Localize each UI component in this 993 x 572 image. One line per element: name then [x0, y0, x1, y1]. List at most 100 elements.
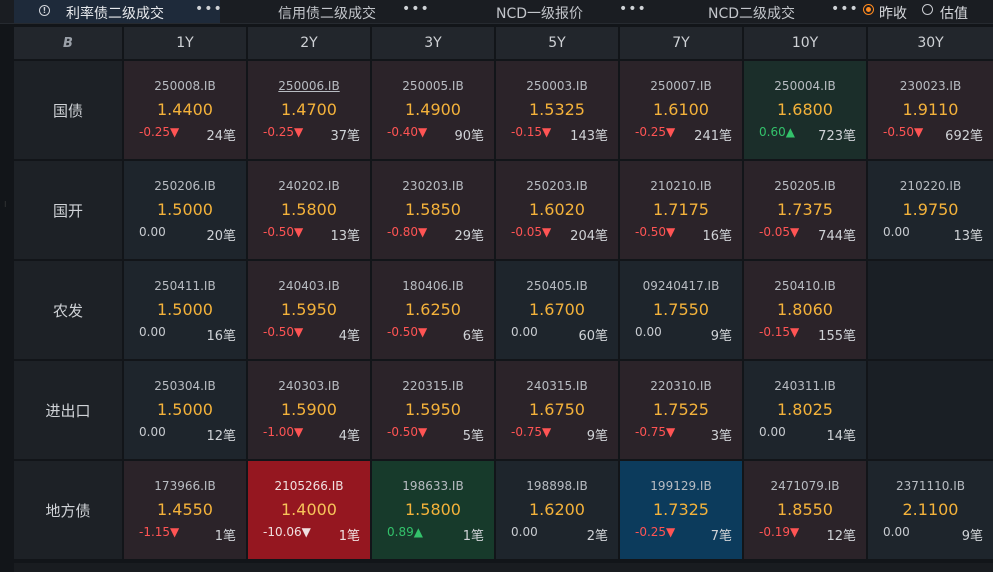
radio-prev-close[interactable]: [863, 4, 874, 15]
bond-code[interactable]: 230203.IB: [372, 179, 494, 193]
bond-code[interactable]: 230023.IB: [868, 79, 993, 93]
bond-code[interactable]: 180406.IB: [372, 279, 494, 293]
column-header-1y[interactable]: 1Y: [124, 27, 246, 59]
bond-code[interactable]: 198633.IB: [372, 479, 494, 493]
trade-count: 7笔: [710, 529, 732, 544]
resize-grip-icon[interactable]: ⁝: [4, 200, 8, 209]
quote-cell[interactable]: 198633.IB 1.5800 0.89▲ 1笔: [372, 461, 494, 559]
bond-code[interactable]: 210210.IB: [620, 179, 742, 193]
quote-cell[interactable]: 250203.IB 1.6020 -0.05▼ 204笔: [496, 161, 618, 259]
quote-cell[interactable]: 250003.IB 1.5325 -0.15▼ 143笔: [496, 61, 618, 159]
quote-cell[interactable]: 230023.IB 1.9110 -0.50▼ 692笔: [868, 61, 993, 159]
quote-cell[interactable]: 250007.IB 1.6100 -0.25▼ 241笔: [620, 61, 742, 159]
quote-cell[interactable]: 250405.IB 1.6700 0.00 60笔: [496, 261, 618, 359]
trade-count: 12笔: [206, 429, 236, 444]
bond-code[interactable]: 2471079.IB: [744, 479, 866, 493]
bond-code[interactable]: 250410.IB: [744, 279, 866, 293]
bond-code[interactable]: 250003.IB: [496, 79, 618, 93]
quote-cell[interactable]: 240315.IB 1.6750 -0.75▼ 9笔: [496, 361, 618, 459]
bond-code[interactable]: 198898.IB: [496, 479, 618, 493]
bond-code[interactable]: 2371110.IB: [868, 479, 993, 493]
column-header-2y[interactable]: 2Y: [248, 27, 370, 59]
more-menu-icon[interactable]: •••: [195, 1, 223, 17]
tab-ncd-primary-quote[interactable]: NCD一级报价 •••: [436, 0, 647, 23]
quote-cell[interactable]: 250008.IB 1.4400 -0.25▼ 24笔: [124, 61, 246, 159]
quote-cell[interactable]: 220310.IB 1.7525 -0.75▼ 3笔: [620, 361, 742, 459]
radio-prev-close-label[interactable]: 昨收: [879, 3, 907, 23]
info-icon[interactable]: !: [39, 5, 50, 16]
horizontal-scrollbar[interactable]: [14, 563, 993, 572]
row-label: 地方债: [14, 461, 122, 559]
tab-label: 利率债二级成交: [66, 6, 164, 22]
tab-rate-bond-secondary[interactable]: ! 利率债二级成交 •••: [14, 0, 223, 23]
quote-cell[interactable]: 2105266.IB 1.4000 -10.06▼ 1笔: [248, 461, 370, 559]
bond-code[interactable]: 250007.IB: [620, 79, 742, 93]
quote-cell[interactable]: 210220.IB 1.9750 0.00 13笔: [868, 161, 993, 259]
quote-cell[interactable]: 250304.IB 1.5000 0.00 12笔: [124, 361, 246, 459]
quote-cell[interactable]: 250005.IB 1.4900 -0.40▼ 90笔: [372, 61, 494, 159]
quote-cell[interactable]: 09240417.IB 1.7550 0.00 9笔: [620, 261, 742, 359]
bond-code[interactable]: 250411.IB: [124, 279, 246, 293]
bond-code[interactable]: 240403.IB: [248, 279, 370, 293]
bond-code[interactable]: 250205.IB: [744, 179, 866, 193]
more-menu-icon[interactable]: •••: [831, 1, 859, 17]
tab-ncd-secondary[interactable]: NCD二级成交 •••: [650, 0, 858, 23]
quote-cell[interactable]: 2371110.IB 2.1100 0.00 9笔: [868, 461, 993, 559]
quote-cell[interactable]: 199129.IB 1.7325 -0.25▼ 7笔: [620, 461, 742, 559]
bond-code[interactable]: 250005.IB: [372, 79, 494, 93]
row-label: 农发: [14, 261, 122, 359]
bond-price: 1.5900: [281, 400, 337, 419]
radio-valuation[interactable]: [922, 4, 933, 15]
radio-valuation-label[interactable]: 估值: [940, 3, 968, 23]
bond-code[interactable]: 210220.IB: [868, 179, 993, 193]
bond-code[interactable]: 2105266.IB: [248, 479, 370, 493]
trade-count: 16笔: [206, 329, 236, 344]
quote-cell[interactable]: 240311.IB 1.8025 0.00 14笔: [744, 361, 866, 459]
column-header-30y[interactable]: 30Y: [868, 27, 993, 59]
price-change: -0.50▼: [263, 225, 304, 239]
bond-code[interactable]: 250206.IB: [124, 179, 246, 193]
trade-count: 9笔: [961, 529, 983, 544]
more-menu-icon[interactable]: •••: [402, 1, 430, 17]
quote-cell[interactable]: 250006.IB 1.4700 -0.25▼ 37笔: [248, 61, 370, 159]
quote-cell[interactable]: 230203.IB 1.5850 -0.80▼ 29笔: [372, 161, 494, 259]
quote-cell[interactable]: 250004.IB 1.6800 0.60▲ 723笔: [744, 61, 866, 159]
bond-code[interactable]: 220310.IB: [620, 379, 742, 393]
price-change: 0.00: [511, 525, 538, 539]
bond-code[interactable]: 250405.IB: [496, 279, 618, 293]
bond-code[interactable]: 173966.IB: [124, 479, 246, 493]
bond-code[interactable]: 240303.IB: [248, 379, 370, 393]
column-header-5y[interactable]: 5Y: [496, 27, 618, 59]
quote-cell[interactable]: 180406.IB 1.6250 -0.50▼ 6笔: [372, 261, 494, 359]
price-change: 0.00: [883, 525, 910, 539]
quote-cell[interactable]: 240303.IB 1.5900 -1.00▼ 4笔: [248, 361, 370, 459]
column-header-7y[interactable]: 7Y: [620, 27, 742, 59]
column-header-3y[interactable]: 3Y: [372, 27, 494, 59]
bond-code[interactable]: 09240417.IB: [620, 279, 742, 293]
quote-cell[interactable]: 2471079.IB 1.8550 -0.19▼ 12笔: [744, 461, 866, 559]
column-header-10y[interactable]: 10Y: [744, 27, 866, 59]
bond-code[interactable]: 220315.IB: [372, 379, 494, 393]
quote-cell[interactable]: 250205.IB 1.7375 -0.05▼ 744笔: [744, 161, 866, 259]
bond-code[interactable]: 199129.IB: [620, 479, 742, 493]
bond-code[interactable]: 250008.IB: [124, 79, 246, 93]
bond-code[interactable]: 250006.IB: [248, 79, 370, 93]
more-menu-icon[interactable]: •••: [619, 1, 647, 17]
quote-cell[interactable]: 240403.IB 1.5950 -0.50▼ 4笔: [248, 261, 370, 359]
bond-code[interactable]: 240202.IB: [248, 179, 370, 193]
tab-credit-bond-secondary[interactable]: 信用债二级成交 •••: [222, 0, 430, 23]
quote-cell[interactable]: 220315.IB 1.5950 -0.50▼ 5笔: [372, 361, 494, 459]
bond-code[interactable]: 250304.IB: [124, 379, 246, 393]
trade-count: 1笔: [338, 529, 360, 544]
bond-code[interactable]: 240311.IB: [744, 379, 866, 393]
quote-cell[interactable]: 250411.IB 1.5000 0.00 16笔: [124, 261, 246, 359]
quote-cell[interactable]: 210210.IB 1.7175 -0.50▼ 16笔: [620, 161, 742, 259]
quote-cell[interactable]: 240202.IB 1.5800 -0.50▼ 13笔: [248, 161, 370, 259]
bond-code[interactable]: 240315.IB: [496, 379, 618, 393]
quote-cell[interactable]: 250206.IB 1.5000 0.00 20笔: [124, 161, 246, 259]
bond-code[interactable]: 250004.IB: [744, 79, 866, 93]
quote-cell[interactable]: 250410.IB 1.8060 -0.15▼ 155笔: [744, 261, 866, 359]
quote-cell[interactable]: 173966.IB 1.4550 -1.15▼ 1笔: [124, 461, 246, 559]
bond-code[interactable]: 250203.IB: [496, 179, 618, 193]
quote-cell[interactable]: 198898.IB 1.6200 0.00 2笔: [496, 461, 618, 559]
